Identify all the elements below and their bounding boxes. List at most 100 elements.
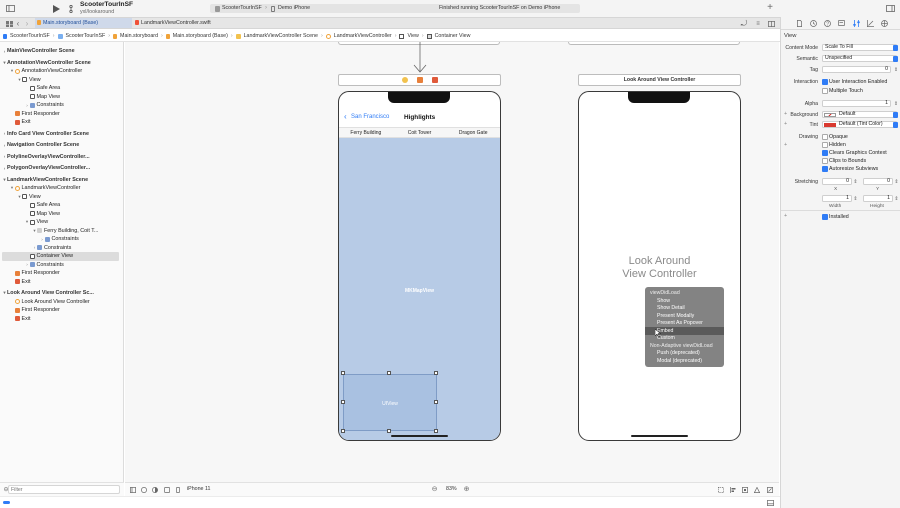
outline-row[interactable]: Safe Area (2, 201, 119, 210)
segment-ferry-building[interactable]: Ferry Building (339, 128, 393, 137)
outline-row[interactable]: Exit (2, 118, 119, 127)
alpha-field[interactable]: 1 (822, 100, 891, 107)
breadcrumb-item[interactable]: Main.storyboard (120, 33, 158, 39)
stepper-icon[interactable]: ⇕ (853, 178, 858, 186)
add-variation-icon[interactable]: + (784, 142, 787, 148)
breadcrumb-item[interactable]: ScooterTourInSF (66, 33, 106, 39)
run-icon[interactable] (52, 4, 61, 13)
clears-graphics-checkbox[interactable] (822, 150, 828, 156)
stepper-icon[interactable]: ⇕ (894, 195, 899, 203)
menu-item[interactable]: Present Modally (657, 313, 694, 319)
zoom-out-icon[interactable]: ⊖ (431, 486, 438, 493)
disclosure-expanded-icon[interactable]: ▾ (25, 219, 30, 225)
outline-row[interactable]: Exit (2, 278, 119, 287)
breadcrumb-item[interactable]: LandmarkViewController Scene (244, 33, 318, 39)
back-icon[interactable]: ‹ (15, 19, 21, 28)
resize-handle[interactable] (341, 429, 345, 433)
resize-handle[interactable] (387, 429, 391, 433)
add-variation-icon[interactable]: + (784, 213, 787, 219)
segment-dragon-gate[interactable]: Dragon Gate (446, 128, 500, 137)
resolve-issues-icon[interactable] (753, 486, 760, 493)
outline-scene-row[interactable]: › PolylineOverlayViewController... (2, 153, 119, 162)
resize-handle[interactable] (434, 371, 438, 375)
landmark-phone-frame[interactable]: ‹ San Francisco Highlights Ferry Buildin… (338, 91, 501, 441)
quick-help-icon[interactable]: ? (823, 19, 831, 27)
installed-checkbox[interactable] (822, 214, 828, 220)
stretching-x-field[interactable]: 0 (822, 178, 852, 185)
disclosure-collapsed-icon[interactable]: › (40, 237, 45, 242)
related-items-icon[interactable] (5, 20, 13, 28)
breadcrumb-item[interactable]: LandmarkViewController (334, 33, 392, 39)
outline-scene-row[interactable]: › MainViewController Scene (2, 47, 119, 56)
device-config-label[interactable]: iPhone 11 (187, 486, 210, 492)
menu-item[interactable]: Show (657, 298, 670, 304)
outline-row[interactable]: Exit (2, 315, 119, 324)
outline-row[interactable]: Container View (2, 252, 119, 261)
resize-handle[interactable] (434, 429, 438, 433)
add-editor-icon[interactable] (767, 19, 775, 28)
menu-item[interactable]: Show Detail (657, 305, 685, 311)
add-variation-icon[interactable]: + (784, 111, 787, 117)
disclosure-expanded-icon[interactable]: ▾ (10, 68, 15, 74)
resize-handle[interactable] (341, 400, 345, 404)
outline-row[interactable]: Safe Area (2, 84, 119, 93)
outline-scene-row[interactable]: › PolygonOverlayViewController... (2, 164, 119, 173)
outline-scene-row[interactable]: › Info Card View Controller Scene (2, 130, 119, 139)
tag-field[interactable]: 0 (822, 66, 891, 73)
view-controller-dock-icon[interactable] (402, 77, 408, 83)
stretching-width-field[interactable]: 1 (822, 195, 852, 202)
add-constraints-icon[interactable] (741, 486, 748, 493)
storyboard-canvas[interactable]: ‹ San Francisco Highlights Ferry Buildin… (125, 42, 779, 482)
resize-handle[interactable] (434, 400, 438, 404)
navigator-toggle-icon[interactable] (5, 4, 15, 13)
menu-item[interactable]: Modal (deprecated) (657, 358, 702, 364)
zoom-in-icon[interactable]: ⊕ (463, 486, 470, 493)
autoresize-checkbox[interactable] (822, 166, 828, 172)
refresh-icon[interactable]: ⤾ (740, 19, 748, 28)
resize-handle[interactable] (387, 371, 391, 375)
segment-coit-tower[interactable]: Coit Tower (393, 128, 447, 137)
update-frames-icon[interactable] (717, 486, 724, 493)
clips-to-bounds-checkbox[interactable] (822, 158, 828, 164)
outline-scene-row[interactable]: ▾ AnnotationViewController Scene (2, 59, 119, 68)
opaque-checkbox[interactable] (822, 134, 828, 140)
outline-row[interactable]: ▾ LandmarkViewController (2, 184, 119, 193)
code-review-icon[interactable]: ≡ (754, 19, 762, 28)
debug-panel-icon[interactable] (766, 499, 774, 507)
outline-scene-row[interactable]: ▾ LandmarkViewController Scene (2, 176, 119, 185)
stretching-y-field[interactable]: 0 (863, 178, 893, 185)
align-icon[interactable] (729, 486, 736, 493)
disclosure-collapsed-icon[interactable]: › (25, 262, 30, 267)
embed-in-icon[interactable] (766, 486, 773, 493)
connections-inspector-icon[interactable] (880, 19, 888, 27)
outline-scene-row[interactable]: › Navigation Controller Scene (2, 141, 119, 150)
first-responder-dock-icon[interactable] (417, 77, 423, 83)
stretching-height-field[interactable]: 1 (863, 195, 893, 202)
inspector-toggle-icon[interactable] (885, 4, 895, 13)
debug-area-toggle[interactable] (3, 501, 10, 504)
landmark-scene-dock[interactable] (338, 74, 501, 86)
history-inspector-icon[interactable] (809, 19, 817, 27)
multiple-touch-checkbox[interactable] (822, 88, 828, 94)
lookaround-phone-frame[interactable]: Look Around View Controller (578, 91, 741, 441)
branch-icon[interactable] (68, 4, 77, 13)
outline-scene-row[interactable]: ▾ Look Around View Controller Sc... (2, 289, 119, 298)
tab-main-storyboard[interactable]: Main.storyboard (Base) (35, 18, 132, 28)
outline-row[interactable]: › Constraints (2, 261, 119, 270)
breadcrumb-item[interactable]: ScooterTourInSF (10, 33, 50, 39)
segue-type-menu[interactable]: viewDidLoad Show Show Detail Present Modall… (645, 287, 724, 367)
outline-row[interactable]: First Responder (2, 306, 119, 315)
user-interaction-checkbox[interactable] (822, 79, 828, 85)
outline-row[interactable]: ▾ View (2, 218, 119, 227)
container-uiview[interactable]: UIView (343, 374, 437, 431)
outline-row[interactable]: › Constraints (2, 101, 119, 110)
outline-filter-input[interactable] (8, 485, 120, 494)
menu-item[interactable]: Push (deprecated) (657, 350, 700, 356)
scheme-selector[interactable]: ScooterTourInSF (222, 5, 262, 11)
outline-row[interactable]: ▾ Ferry Building, Coit T... (2, 227, 119, 236)
exit-dock-icon[interactable] (432, 77, 438, 83)
appearance-icon[interactable] (140, 486, 147, 493)
add-variation-icon[interactable]: + (784, 121, 787, 127)
menu-item[interactable]: Present As Popover (657, 320, 703, 326)
identity-inspector-icon[interactable] (837, 19, 845, 27)
